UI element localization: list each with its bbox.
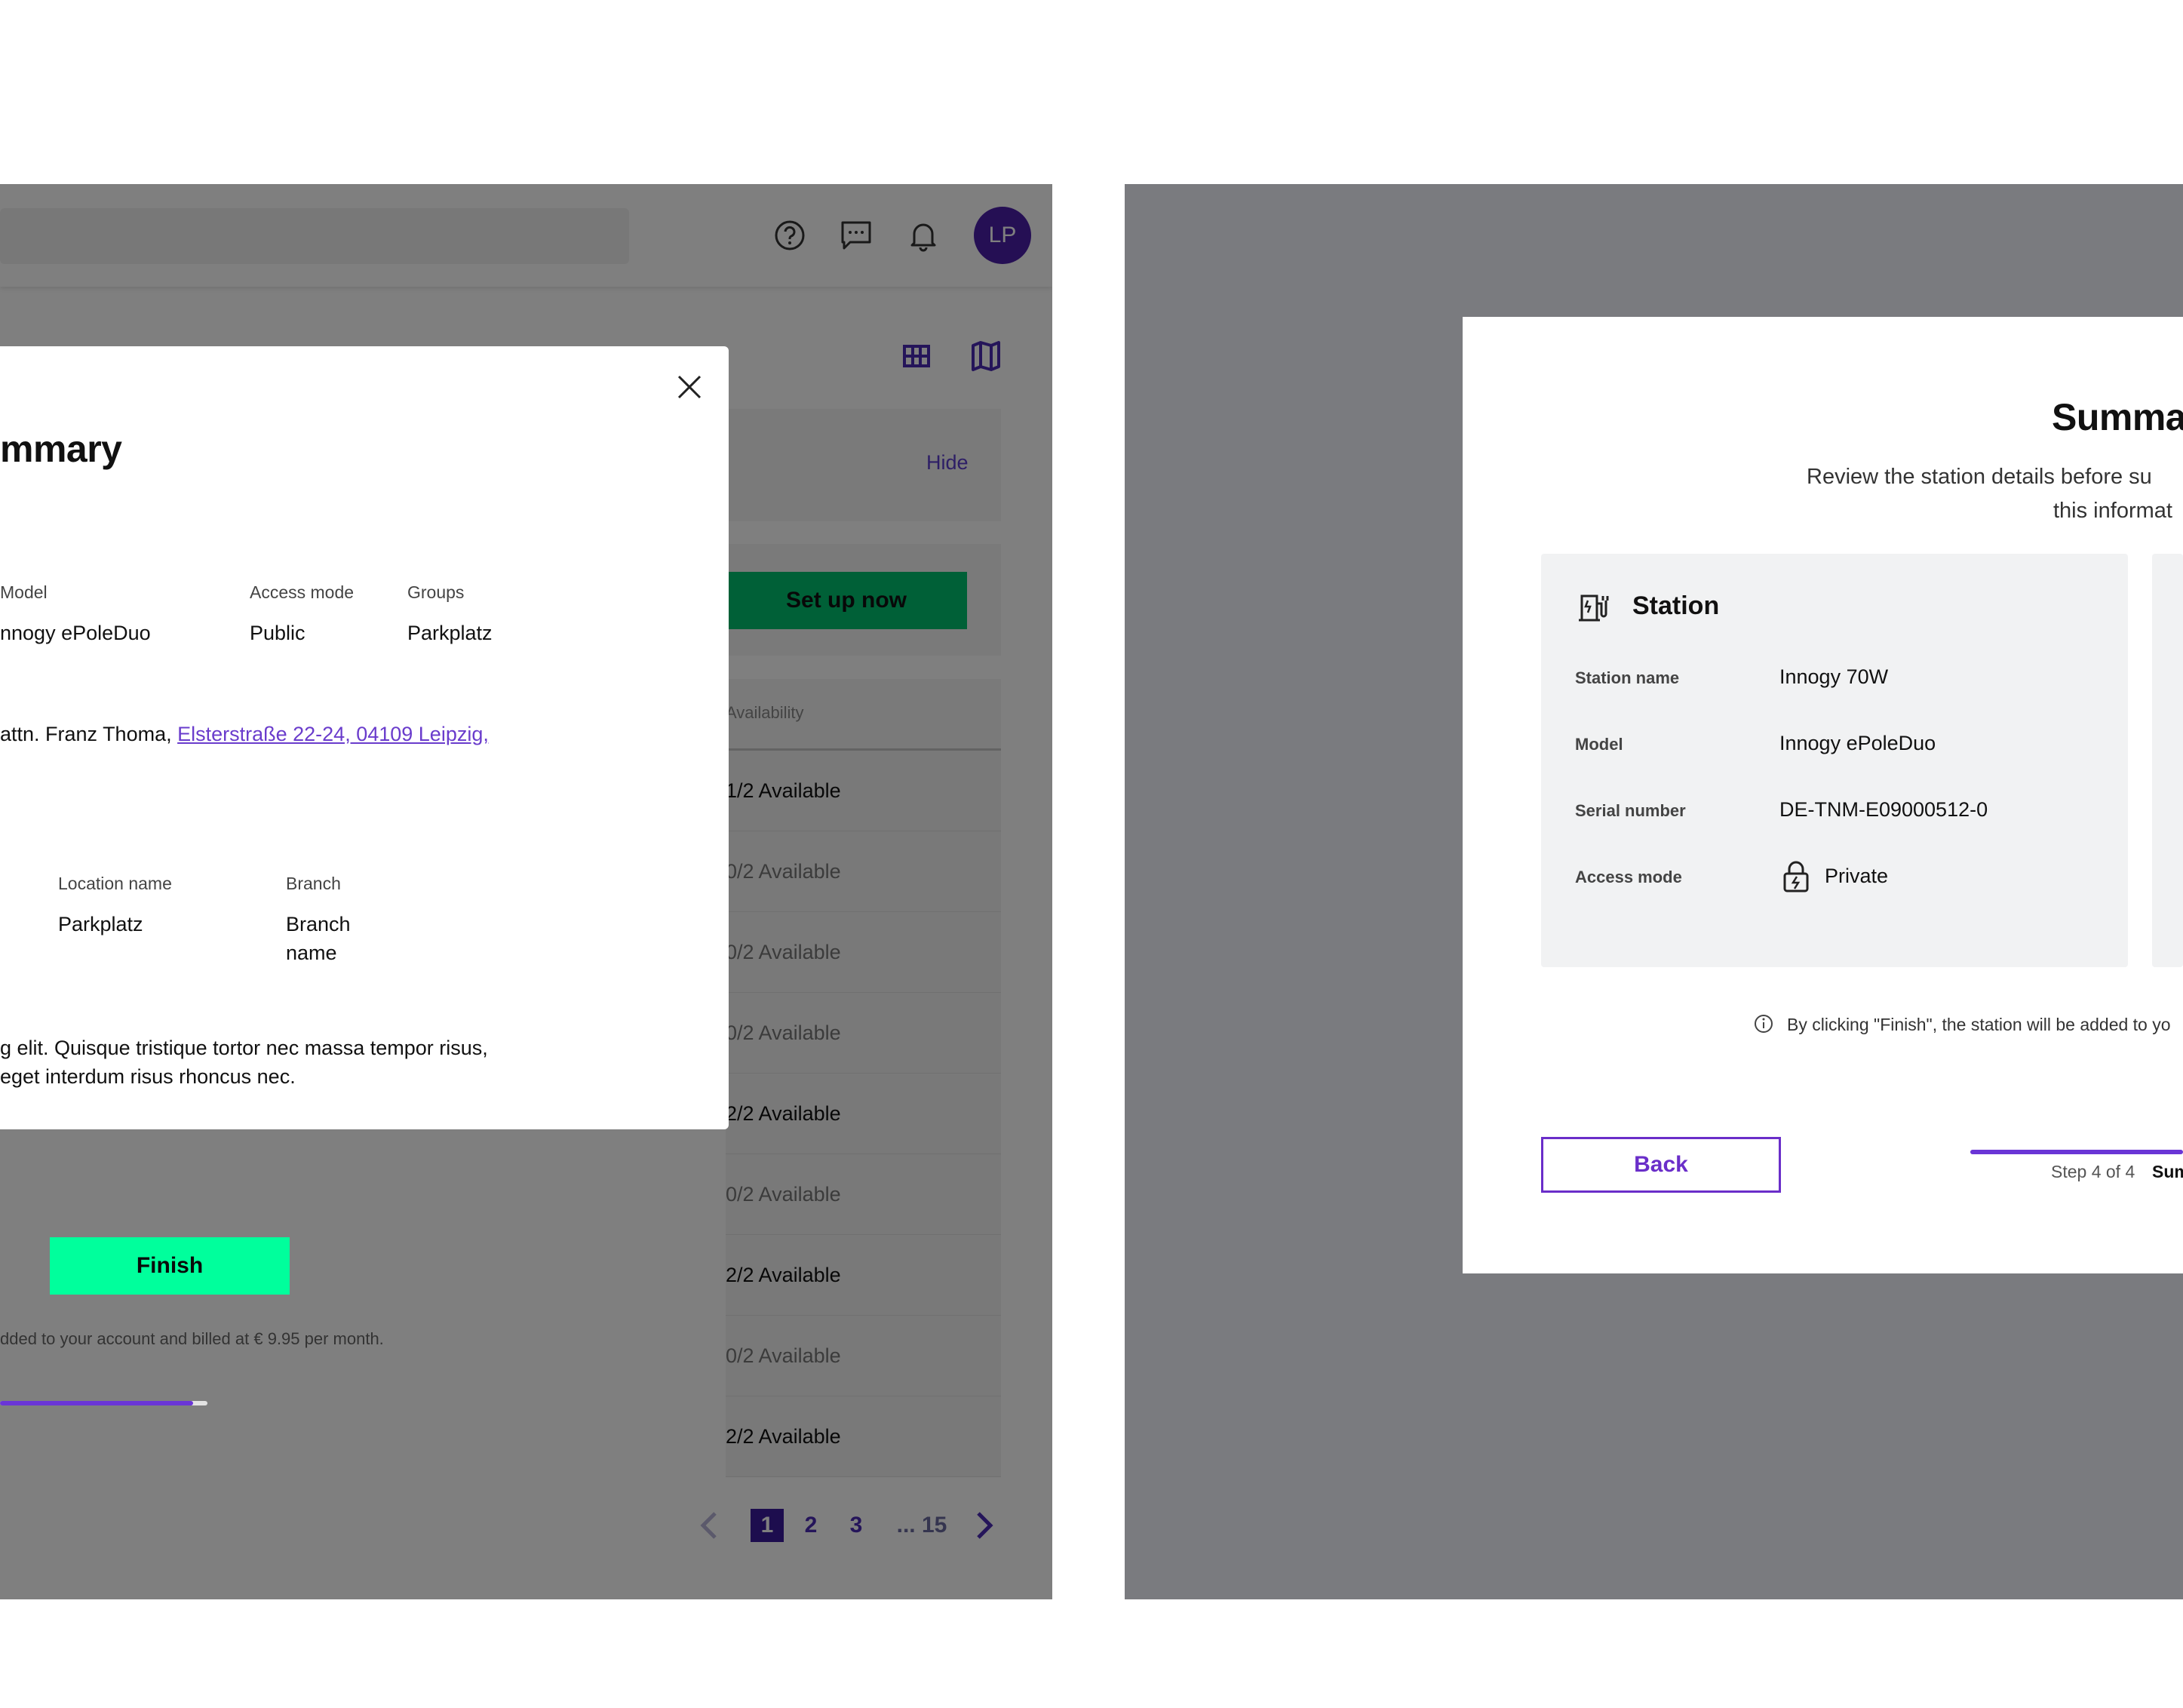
- modal-title: mmary: [0, 428, 122, 470]
- finish-info-text: By clicking "Finish", the station will b…: [1787, 1015, 2171, 1034]
- step-indicator: Step 4 of 4: [2051, 1162, 2135, 1181]
- finish-button[interactable]: Finish: [50, 1237, 290, 1295]
- station-heading: Station: [1632, 591, 1720, 620]
- modal-subtitle-line1: Review the station details before su: [1807, 465, 2152, 489]
- address-link[interactable]: Elsterstraße 22-24, 04109 Leipzig,: [177, 723, 489, 745]
- station-model-value: Innogy ePoleDuo: [1779, 732, 1936, 754]
- lock-charging-icon: [1782, 860, 1810, 893]
- station-access-mode-label: Access mode: [1575, 868, 1682, 886]
- station-model-label: Model: [1575, 735, 1623, 754]
- info-icon: [1753, 1013, 1774, 1034]
- secondary-card: [2152, 554, 2183, 967]
- model-value: nnogy ePoleDuo: [0, 622, 151, 644]
- station-card: [1541, 554, 2128, 967]
- serial-number-label: Serial number: [1575, 801, 1686, 820]
- location-name-label: Location name: [58, 874, 172, 893]
- modal-subtitle-line2: this informat: [2053, 499, 2172, 523]
- model-label: Model: [0, 582, 48, 602]
- station-name-value: Innogy 70W: [1779, 665, 1889, 688]
- serial-number-value: DE-TNM-E09000512-0: [1779, 798, 1988, 821]
- station-name-label: Station name: [1575, 668, 1680, 687]
- groups-value: Parkplatz: [407, 622, 493, 644]
- branch-value: Branch name: [286, 913, 351, 964]
- billing-note: dded to your account and billed at € 9.9…: [0, 1329, 384, 1348]
- access-mode-label: Access mode: [250, 582, 355, 602]
- description-text: g elit. Quisque tristique tortor nec mas…: [0, 1037, 488, 1088]
- modal-title-right: Summa: [2052, 396, 2183, 438]
- back-button[interactable]: Back: [1541, 1137, 1781, 1193]
- step-name: Sum: [2152, 1162, 2183, 1181]
- progress-fill: [0, 1401, 193, 1405]
- branch-label: Branch: [286, 874, 341, 893]
- address-line: attn. Franz Thoma, Elsterstraße 22-24, 0…: [0, 723, 489, 746]
- progress-fill-right: [1970, 1150, 2183, 1154]
- access-mode-value: Public: [250, 622, 305, 644]
- charging-station-icon: [1577, 591, 1610, 625]
- close-icon[interactable]: [671, 369, 708, 405]
- address-prefix: attn. Franz Thoma,: [0, 723, 178, 745]
- station-access-mode-value: Private: [1825, 865, 1889, 887]
- groups-label: Groups: [407, 582, 465, 602]
- location-name-value: Parkplatz: [58, 913, 143, 935]
